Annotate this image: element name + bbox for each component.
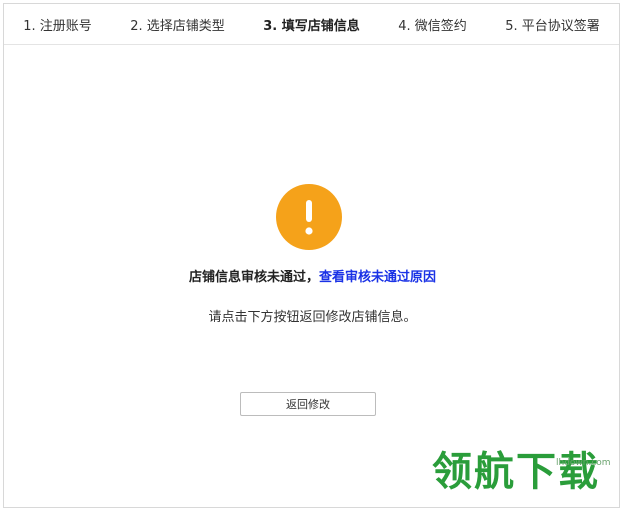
step-platform-agreement: 5. 平台协议签署 bbox=[505, 18, 600, 34]
step-register-account: 1. 注册账号 bbox=[23, 18, 92, 34]
review-failed-text: 店铺信息审核未通过， bbox=[188, 270, 319, 285]
step-select-store-type: 2. 选择店铺类型 bbox=[130, 18, 225, 34]
return-modify-button[interactable]: 返回修改 bbox=[240, 392, 376, 416]
review-failed-message: 店铺信息审核未通过，查看审核未通过原因 bbox=[0, 266, 625, 285]
exclamation-icon bbox=[276, 184, 342, 250]
return-instruction: 请点击下方按钮返回修改店铺信息。 bbox=[208, 310, 417, 325]
page-frame: 1. 注册账号 2. 选择店铺类型 3. 填写店铺信息 4. 微信签约 5. 平… bbox=[3, 3, 620, 508]
step-wechat-sign: 4. 微信签约 bbox=[398, 18, 467, 34]
view-reason-link[interactable]: 查看审核未通过原因 bbox=[319, 270, 436, 285]
step-progress-bar: 1. 注册账号 2. 选择店铺类型 3. 填写店铺信息 4. 微信签约 5. 平… bbox=[4, 4, 619, 45]
step-fill-store-info: 3. 填写店铺信息 bbox=[263, 18, 360, 34]
watermark-url: lhdown.com bbox=[556, 458, 611, 468]
